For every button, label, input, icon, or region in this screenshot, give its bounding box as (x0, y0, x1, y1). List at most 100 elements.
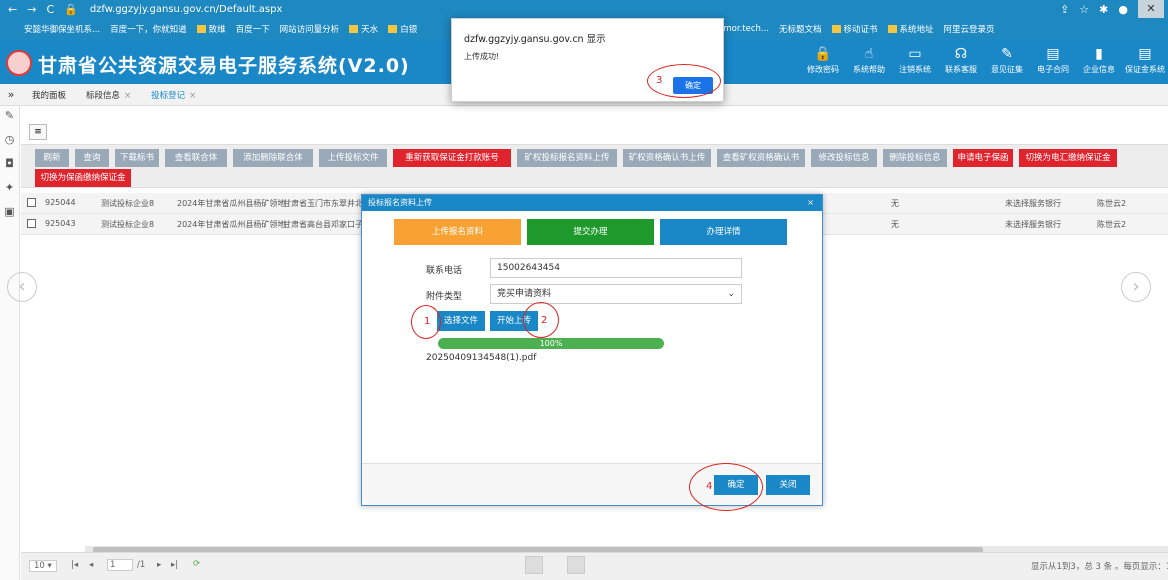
apply-guarantee-button[interactable]: 申请电子保函 (953, 149, 1013, 167)
tab-section-info[interactable]: 标段信息 × (76, 89, 141, 101)
uploaded-file-name: 20250409134548(1).pdf (426, 353, 537, 363)
next-arrow-icon[interactable]: › (1121, 272, 1151, 302)
upload-mining-qualification-button[interactable]: 矿权资格确认书上传 (623, 149, 711, 167)
last-page-icon[interactable]: ▸| (171, 560, 178, 570)
topnav-company-info[interactable]: ▮ 企业信息 (1076, 44, 1122, 75)
page-input[interactable]: 1 (107, 559, 133, 571)
clock-icon[interactable]: ◷ (0, 130, 19, 154)
close-button[interactable]: 关闭 (766, 475, 810, 495)
extensions-icon[interactable]: ✱ (1099, 3, 1108, 16)
close-icon[interactable]: × (189, 91, 196, 101)
step-upload[interactable]: 上传报名资料 (394, 219, 521, 245)
delete-bid-info-button[interactable]: 删除投标信息 (883, 149, 947, 167)
share-icon[interactable]: ⇪ (1060, 3, 1069, 16)
bookmark-item[interactable]: 系统地址 (887, 23, 934, 35)
address-bar[interactable]: dzfw.ggzyjy.gansu.gov.cn/Default.aspx (90, 4, 283, 15)
double-chevron-right-icon[interactable]: » (0, 88, 22, 101)
row-checkbox[interactable] (27, 198, 36, 207)
next-page-icon[interactable]: ▸ (157, 560, 161, 570)
lock-icon: 🔒 (64, 2, 78, 16)
topnav-help[interactable]: ☝ 系统帮助 (846, 44, 892, 75)
upload-bid-file-button[interactable]: 上传投标文件 (319, 149, 387, 167)
refresh-button[interactable]: 刷新 (35, 149, 69, 167)
bookmark-item[interactable]: 移动证书 (831, 23, 878, 35)
bookmark-item[interactable]: 安懿华御保坐机系... (24, 23, 100, 35)
refetch-deposit-account-button[interactable]: 重新获取保证金打款账号 (393, 149, 511, 167)
profile-icon[interactable]: ● (1118, 3, 1128, 16)
download-tender-button[interactable]: 下载标书 (115, 149, 159, 167)
modal-title: 投标报名资料上传 (368, 198, 432, 207)
app-title: 甘肃省公共资源交易电子服务系统(V2.0) (38, 55, 410, 77)
folder-icon (196, 25, 206, 33)
annotation-number: 2 (541, 315, 548, 326)
upload-modal: 投标报名资料上传 × 上传报名资料 提交办理 办理详情 联系电话 1500264… (361, 194, 823, 506)
prev-arrow-icon[interactable]: ‹ (7, 272, 37, 302)
row-checkbox[interactable] (27, 219, 36, 228)
phone-input[interactable]: 15002643454 (490, 258, 742, 278)
attachment-type-select[interactable]: 竞买申请资料 ⌄ (490, 284, 742, 304)
star-icon[interactable]: ☆ (1079, 3, 1089, 16)
fullscreen-icon[interactable] (567, 556, 585, 574)
choose-file-button[interactable]: 选择文件 (437, 311, 485, 331)
image-icon[interactable]: ▣ (0, 202, 19, 226)
edit-icon[interactable]: ✎ (0, 106, 19, 130)
left-sidebar: ✎ ◷ ◘ ✦ ▣ (0, 106, 20, 580)
bookmark-item[interactable]: 百度一下，你就知道 (110, 23, 187, 35)
close-icon[interactable]: × (807, 195, 814, 211)
close-icon[interactable]: × (124, 91, 131, 101)
folder-icon (349, 25, 359, 33)
list-icon[interactable]: ≡ (29, 124, 47, 140)
step-details[interactable]: 办理详情 (660, 219, 787, 245)
folder-icon (887, 25, 897, 33)
headset-icon: ☊ (954, 46, 968, 62)
view-mining-qualification-button[interactable]: 查看矿权资格确认书 (717, 149, 805, 167)
first-page-icon[interactable]: |◂ (71, 560, 78, 570)
alert-title: dzfw.ggzyjy.gansu.gov.cn 显示 (464, 34, 606, 45)
card-icon: ▤ (1046, 46, 1060, 62)
pin-icon[interactable]: ✦ (0, 178, 19, 202)
topnav-logout[interactable]: ▭ 注销系统 (892, 44, 938, 75)
bookmark-item[interactable]: 网站访问量分析 (280, 23, 340, 35)
bookmark-item[interactable]: 阿里云登录页 (944, 23, 995, 35)
card-icon: ▤ (1138, 46, 1152, 62)
pager-summary: 显示从1到3，总 3 条 。每页显示：10 (1031, 562, 1168, 572)
prev-page-icon[interactable]: ◂ (89, 560, 93, 570)
building-icon: ▮ (1095, 46, 1103, 62)
topnav-deposit-system[interactable]: ▤ 保证金系统 (1122, 44, 1168, 75)
upload-mining-registration-button[interactable]: 矿权投标报名资料上传 (517, 149, 617, 167)
tab-dashboard[interactable]: 我的面板 (22, 89, 76, 101)
toolbar: 刷新 查询 下载标书 查看联合体 添加删除联合体 上传投标文件 重新获取保证金打… (21, 144, 1168, 188)
forward-icon[interactable]: → (27, 3, 36, 16)
bookmark-item[interactable]: 白银 (388, 23, 417, 35)
top-nav: 🔒 修改密码 ☝ 系统帮助 ▭ 注销系统 ☊ 联系客服 ✎ 意见征集 ▤ 电子合同 ▮ 企业信… (800, 44, 1168, 75)
switch-wire-deposit-button[interactable]: 切换为电汇缴纳保证金 (1019, 149, 1117, 167)
topnav-contract[interactable]: ▤ 电子合同 (1030, 44, 1076, 75)
back-icon[interactable]: ← (8, 3, 17, 16)
edit-consortium-button[interactable]: 添加删除联合体 (233, 149, 313, 167)
upload-progress-bar: 100% (438, 338, 664, 349)
topnav-feedback[interactable]: ✎ 意见征集 (984, 44, 1030, 75)
edit-bid-info-button[interactable]: 修改投标信息 (811, 149, 877, 167)
chevron-down-icon: ⌄ (727, 289, 735, 299)
page-size-select[interactable]: 10 ▾ (29, 560, 57, 572)
view-consortium-button[interactable]: 查看联合体 (165, 149, 227, 167)
fit-icon[interactable] (525, 556, 543, 574)
bookmark-item[interactable]: 百度一下 (236, 23, 270, 35)
topnav-support[interactable]: ☊ 联系客服 (938, 44, 984, 75)
reload-icon[interactable]: C (46, 3, 54, 16)
window-close-button[interactable]: ✕ (1138, 0, 1164, 18)
bookmark-item[interactable]: 无标题文档 (779, 23, 822, 35)
refresh-icon[interactable]: ⟳ (193, 559, 200, 569)
bookmark-item[interactable]: 天水 (349, 23, 378, 35)
query-button[interactable]: 查询 (75, 149, 109, 167)
folder-icon (388, 25, 398, 33)
edit-icon: ✎ (1001, 46, 1013, 62)
step-submit[interactable]: 提交办理 (527, 219, 654, 245)
bookmark-item[interactable]: 致维 (196, 23, 226, 35)
wallet-icon[interactable]: ◘ (0, 154, 19, 178)
topnav-change-password[interactable]: 🔒 修改密码 (800, 44, 846, 75)
switch-guarantee-deposit-button[interactable]: 切换为保函缴纳保证金 (35, 169, 131, 187)
annotation-number: 3 (656, 75, 663, 86)
tab-bid-registration[interactable]: 投标登记 × (141, 89, 206, 101)
monitor-icon: ▭ (908, 46, 922, 62)
